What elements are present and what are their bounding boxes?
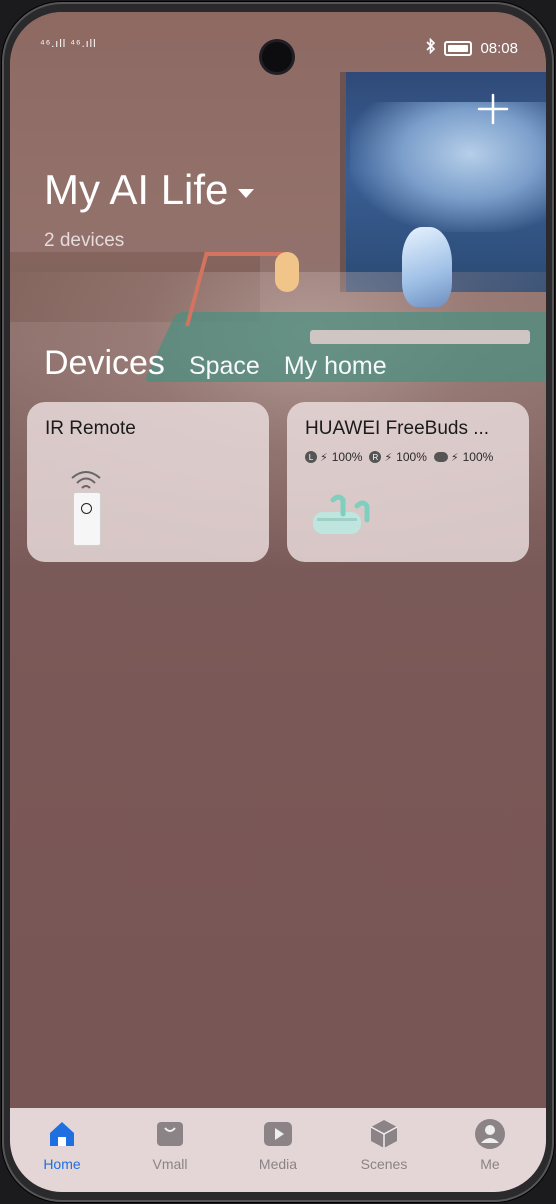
device-name: HUAWEI FreeBuds ... [305,418,490,439]
device-card-ir-remote[interactable]: IR Remote [27,402,269,562]
nav-label: Scenes [360,1156,408,1172]
nav-home[interactable]: Home [22,1118,102,1172]
tab-my-home[interactable]: My home [284,352,387,381]
device-name: IR Remote [45,418,136,439]
case-icon [433,452,448,462]
case-battery: 100% [462,450,494,464]
chevron-down-icon [238,188,255,198]
tab-bar: Devices Space My home [44,344,387,383]
right-earbud-icon: R [369,451,382,463]
charging-icon: ⚡ [384,451,393,464]
nav-label: Me [480,1156,500,1172]
avatar-icon [475,1119,505,1149]
right-battery: 100% [396,450,427,464]
earbuds-icon [313,494,370,534]
tab-devices[interactable]: Devices [44,344,165,383]
clock: 08:08 [480,39,518,57]
battery-icon [444,40,473,56]
front-camera [262,42,292,72]
nav-vmall[interactable]: Vmall [130,1118,210,1172]
bluetooth-icon [426,37,436,58]
page-title: My AI Life [44,166,229,213]
phone-frame: ⁴⁶.ıll ⁴⁶.ıll 08:08 My AI Life 2 devices… [2,2,554,1202]
lamp-illustration [275,252,299,292]
ir-remote-icon [73,492,101,546]
charging-icon: ⚡ [450,451,459,464]
nav-scenes[interactable]: Scenes [344,1118,424,1172]
shopping-bag-icon [157,1122,183,1146]
bottom-navigation: Home Vmall Media Scenes Me [10,1108,546,1192]
battery-status: L ⚡ 100% R ⚡ 100% ⚡ 100% [305,450,493,464]
home-icon [50,1122,74,1146]
screen: ⁴⁶.ıll ⁴⁶.ıll 08:08 My AI Life 2 devices… [10,12,546,1192]
nav-label: Vmall [152,1156,188,1172]
add-icon[interactable] [476,92,510,126]
play-icon [264,1122,292,1146]
wireless-signal-icon [71,471,101,489]
signal-indicator: ⁴⁶.ıll ⁴⁶.ıll [40,38,97,50]
crystal-illustration [402,227,452,307]
coffee-table-illustration [310,330,530,344]
nav-media[interactable]: Media [238,1118,318,1172]
home-selector[interactable]: My AI Life [44,166,255,214]
iceberg-illustration [350,102,546,232]
nav-me[interactable]: Me [450,1118,530,1172]
device-card-freebuds[interactable]: HUAWEI FreeBuds ... L ⚡ 100% R ⚡ 100% ⚡ … [287,402,529,562]
nav-label: Media [258,1156,298,1172]
left-battery: 100% [331,450,363,464]
left-earbud-icon: L [305,451,317,463]
nav-label: Home [43,1156,81,1172]
device-count: 2 devices [44,230,125,251]
cube-icon [370,1120,398,1148]
charging-icon: ⚡ [320,451,328,464]
tab-space[interactable]: Space [189,352,260,381]
